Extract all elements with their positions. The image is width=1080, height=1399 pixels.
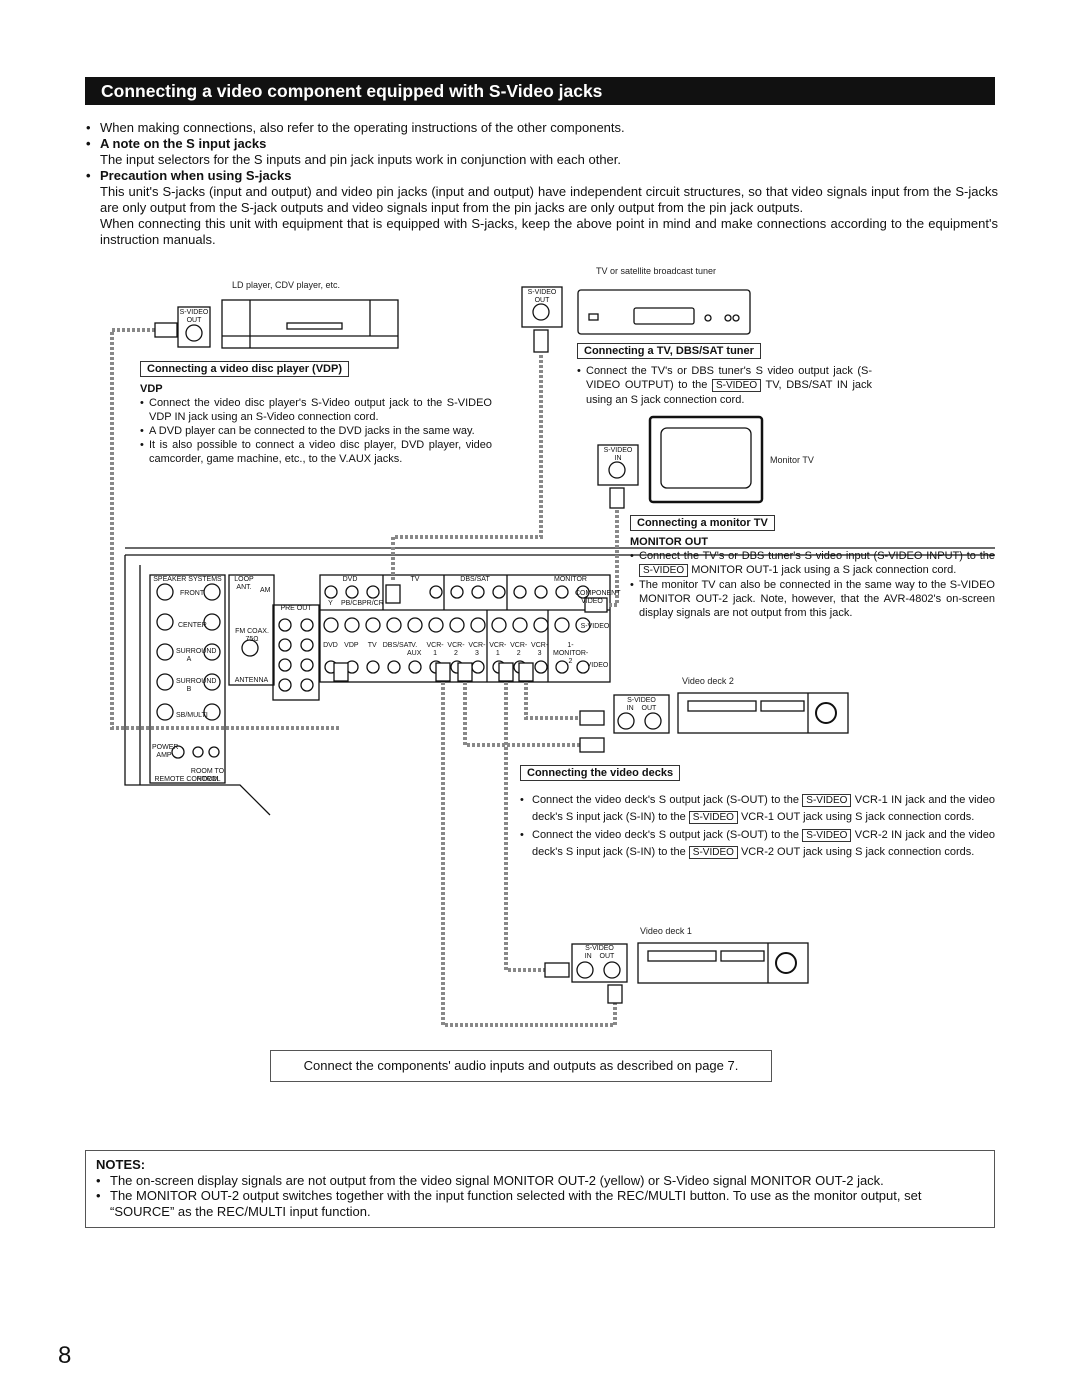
s-video-jack-labels: DVD VDP TV DBS/SAT V. AUX VCR-1 VCR-2 VC…: [323, 642, 549, 657]
notes-heading: NOTES:: [96, 1157, 146, 1172]
video-label: VIDEO: [586, 662, 609, 669]
sb-multi-label: SB/MULTI: [176, 712, 208, 719]
component-jack-icon: [492, 585, 506, 599]
vdp-tag: Connecting a video disc player (VDP): [140, 361, 349, 377]
monitor-section: Connecting a monitor TV MONITOR OUT • Con…: [630, 515, 995, 619]
center-label: CENTER: [178, 622, 207, 629]
pre-out-jack-icon: [300, 638, 314, 652]
power-amp-label: POWER AMP: [152, 744, 179, 759]
cable-vcr2-in: [463, 682, 580, 747]
note-item: The on-screen display signals are not ou…: [110, 1172, 884, 1188]
component-jack-icon: [345, 585, 359, 599]
fm-coax-label: FM COAX. 75Ω: [235, 628, 269, 643]
monitor-out-label: 1-MONITOR-2: [553, 642, 589, 665]
tuner-section: Connecting a TV, DBS/SAT tuner • Connect …: [577, 343, 873, 406]
speaker-terminal-icon: [156, 583, 174, 601]
component-jack-icon: [555, 585, 569, 599]
monitor-heading: MONITOR OUT: [630, 536, 709, 548]
component-jack-icon: [471, 585, 485, 599]
monitor-tag: Connecting a monitor TV: [630, 515, 775, 531]
s-video-label: S-VIDEO: [580, 623, 610, 630]
video-deck-2-icon: [677, 692, 849, 734]
video-jack-icon: [534, 660, 548, 674]
s-video-jack-icon: [449, 617, 465, 633]
video-jack-icon: [387, 660, 401, 674]
pre-out-jack-icon: [278, 658, 292, 672]
pre-out-jack-icon: [300, 618, 314, 632]
component-tv-label: TV: [410, 576, 420, 583]
tuner-icon: [577, 289, 751, 335]
component-jack-icon: [534, 585, 548, 599]
note-item: The MONITOR OUT-2 output switches togeth…: [110, 1188, 922, 1219]
monitor-svideo-in-label: S-VIDEO IN: [603, 447, 633, 462]
component-jack-icon: [450, 585, 464, 599]
room-jack-icon: [192, 746, 204, 758]
tuner-label: TV or satellite broadcast tuner: [596, 266, 717, 276]
s-video-jack-icon: [365, 617, 381, 633]
speaker-terminal-icon: [156, 703, 174, 721]
s-video-jack-icon: [491, 617, 507, 633]
s-video-jack-icon: [512, 617, 528, 633]
component-monitor-label: MONITOR: [554, 576, 587, 583]
am-label: AM: [260, 587, 271, 594]
s-video-jack-icon: [344, 617, 360, 633]
cable-vcr2-out: [524, 682, 580, 720]
decks-section: Connecting the video decks • Connect the …: [520, 765, 995, 859]
surround-b-label: SURROUND B: [176, 678, 217, 693]
video-deck-1-label: Video deck 1: [640, 926, 692, 936]
room-jack-icon: [208, 746, 220, 758]
video-deck-2-label: Video deck 2: [682, 676, 734, 686]
deck1-svideo-label: S-VIDEO IN OUT: [584, 945, 615, 960]
monitor-tv-label: Monitor TV: [770, 455, 814, 465]
video-jack-icon: [471, 660, 485, 674]
antenna-label: ANTENNA: [234, 677, 269, 684]
remote-control-label: REMOTE CONTROL: [154, 776, 221, 783]
speaker-terminal-icon: [156, 673, 174, 691]
manual-page: { "title": "Connecting a video component…: [0, 0, 1080, 1399]
ld-svideo-out-label: S-VIDEO OUT: [179, 309, 209, 324]
speaker-terminal-icon: [156, 643, 174, 661]
component-jack-labels: Y PB/CB PR/CR: [328, 600, 384, 607]
surround-a-label: SURROUND A: [176, 648, 217, 663]
s-video-jack-icon: [470, 617, 486, 633]
pre-out-jack-icon: [278, 638, 292, 652]
video-deck-1-icon: [637, 942, 809, 984]
notes-box: NOTES: • The on-screen display signals ar…: [85, 1150, 995, 1228]
s-video-jack-icon: [533, 617, 549, 633]
video-jack-icon: [366, 660, 380, 674]
audio-connection-caption: Connect the components' audio inputs and…: [270, 1050, 772, 1082]
pre-out-jack-icon: [300, 658, 314, 672]
s-video-jack-icon: [428, 617, 444, 633]
speaker-terminal-icon: [203, 583, 221, 601]
front-label: FRONT: [180, 590, 205, 597]
page-number: 8: [58, 1342, 72, 1369]
pre-out-jack-icon: [278, 678, 292, 692]
vdp-section: Connecting a video disc player (VDP) VDP…: [140, 361, 492, 465]
component-jack-icon: [429, 585, 443, 599]
monitor-tv-icon: [648, 415, 764, 504]
video-jack-icon: [408, 660, 422, 674]
s-video-jack-icon: [407, 617, 423, 633]
deck2-svideo-label: S-VIDEO IN OUT: [626, 697, 657, 712]
tuner-tag: Connecting a TV, DBS/SAT tuner: [577, 343, 761, 359]
pre-out-jack-icon: [278, 618, 292, 632]
component-dbs-label: DBS/SAT: [460, 576, 490, 583]
ld-player-label: LD player, CDV player, etc.: [232, 280, 341, 290]
component-jack-icon: [513, 585, 527, 599]
s-video-jack-icon: [386, 617, 402, 633]
tuner-svideo-out-label: S-VIDEO OUT: [527, 289, 557, 304]
ld-player-icon: [221, 299, 399, 349]
component-jack-icon: [324, 585, 338, 599]
pre-out-jack-icon: [300, 678, 314, 692]
decks-tag: Connecting the video decks: [520, 765, 681, 781]
s-video-jack-icon: [323, 617, 339, 633]
pre-out-label: PRE OUT: [280, 605, 312, 612]
component-jack-icon: [366, 585, 380, 599]
component-dvd-label: DVD: [342, 576, 358, 583]
speaker-systems-label: SPEAKER SYSTEMS: [153, 576, 222, 583]
loop-ant-label: LOOP ANT.: [234, 576, 254, 591]
s-video-jack-icon: [554, 617, 570, 633]
speaker-terminal-icon: [156, 613, 174, 631]
vdp-heading: VDP: [140, 383, 163, 395]
